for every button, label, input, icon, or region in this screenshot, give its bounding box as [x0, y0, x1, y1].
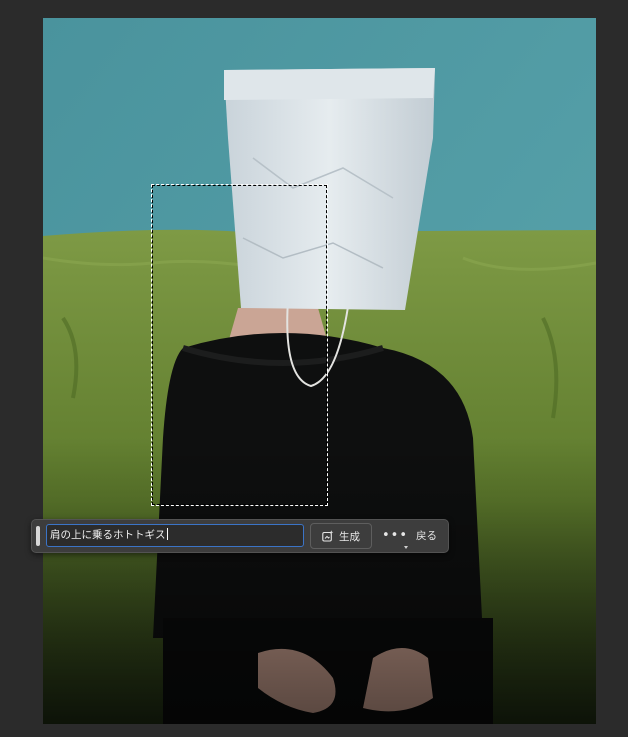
text-caret [166, 528, 168, 540]
generative-fill-icon [322, 530, 334, 542]
photo-artwork [43, 18, 596, 724]
prompt-text: 肩の上に乗るホトトギス [50, 529, 166, 541]
generative-prompt-input[interactable]: 肩の上に乗るホトトギス [46, 524, 304, 547]
generate-button[interactable]: 生成 [310, 523, 372, 549]
drag-handle-icon[interactable] [36, 526, 40, 546]
back-button[interactable]: 戻る [416, 528, 437, 543]
document-image[interactable] [43, 18, 596, 724]
generate-label: 生成 [339, 530, 360, 543]
more-options-icon[interactable]: ••• [382, 526, 407, 548]
contextual-task-bar: 肩の上に乗るホトトギス 生成 ••• 戻る [31, 519, 449, 553]
more-options-chevron-icon [404, 546, 408, 549]
canvas-workspace[interactable]: 肩の上に乗るホトトギス 生成 ••• 戻る [0, 0, 628, 737]
